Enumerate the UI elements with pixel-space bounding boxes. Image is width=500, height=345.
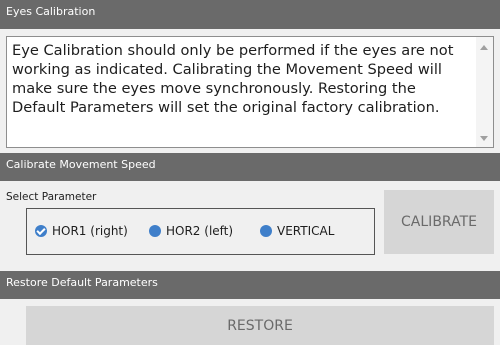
eyes-calibration-header: Eyes Calibration [0, 0, 500, 29]
calibrate-button[interactable]: CALIBRATE [384, 190, 494, 254]
radio-hor2-left[interactable]: HOR2 (left) [149, 224, 233, 238]
restore-defaults-header: Restore Default Parameters [0, 271, 500, 299]
radio-checked-icon[interactable] [35, 225, 47, 237]
radio-unchecked-icon[interactable] [149, 225, 161, 237]
description-scrollbar[interactable] [476, 37, 493, 147]
description-text: Eye Calibration should only be performed… [12, 42, 454, 116]
radio-unchecked-icon[interactable] [260, 225, 272, 237]
select-parameter-label: Select Parameter [6, 191, 97, 203]
restore-defaults-title: Restore Default Parameters [6, 276, 158, 289]
scroll-down-arrow-icon[interactable] [480, 136, 488, 141]
parameter-group: HOR1 (right) HOR2 (left) VERTICAL [26, 208, 375, 255]
radio-vertical[interactable]: VERTICAL [260, 224, 334, 238]
restore-button[interactable]: RESTORE [26, 306, 494, 345]
movement-speed-title: Calibrate Movement Speed [6, 158, 156, 171]
scroll-up-arrow-icon[interactable] [480, 45, 488, 50]
radio-vertical-label: VERTICAL [277, 224, 335, 238]
movement-speed-header: Calibrate Movement Speed [0, 153, 500, 181]
radio-hor2-label: HOR2 (left) [166, 224, 234, 238]
radio-hor1-label: HOR1 (right) [52, 224, 128, 238]
description-text-box[interactable]: Eye Calibration should only be performed… [6, 36, 494, 148]
radio-hor1-right[interactable]: HOR1 (right) [35, 224, 128, 238]
eyes-calibration-title: Eyes Calibration [6, 5, 96, 18]
